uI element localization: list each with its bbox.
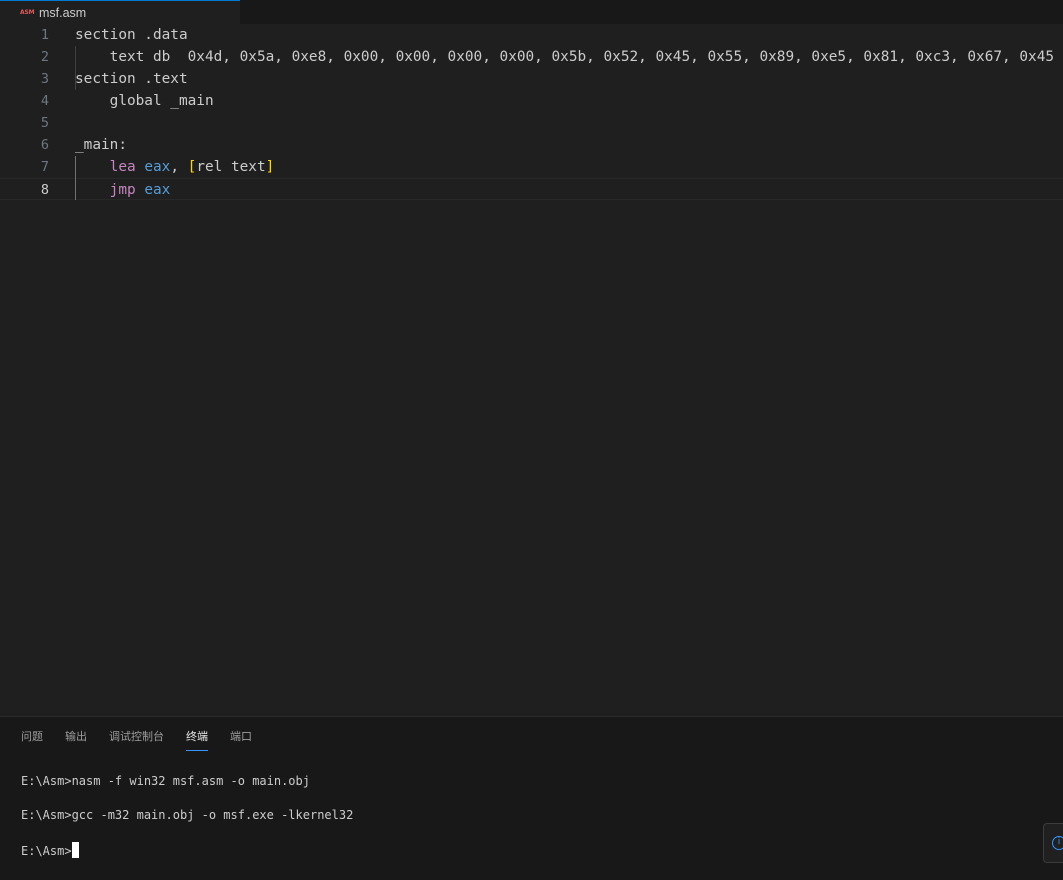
- code-line[interactable]: 7 lea eax, [rel text]: [0, 156, 1063, 178]
- panel-tab[interactable]: 端口: [230, 729, 252, 751]
- code-line[interactable]: 2 text db 0x4d, 0x5a, 0xe8, 0x00, 0x00, …: [0, 46, 1063, 68]
- terminal-prompt[interactable]: E:\Asm>: [21, 842, 79, 858]
- code-token: section .text: [75, 71, 188, 87]
- code-text: global _main: [75, 90, 214, 112]
- code-token: ]: [265, 159, 275, 175]
- line-number: 3: [40, 71, 49, 87]
- code-token: _main:: [75, 137, 127, 153]
- code-line[interactable]: 5: [0, 112, 1063, 134]
- code-token: eax: [144, 182, 171, 198]
- terminal-cursor: [71, 842, 79, 858]
- code-editor[interactable]: 8 jmp eax 7 lea eax, [rel text] 6 _main: 5 4 …: [0, 24, 1063, 716]
- info-icon: i: [1052, 836, 1063, 850]
- panel-tab[interactable]: 终端: [186, 729, 208, 751]
- code-text: jmp eax: [75, 179, 171, 201]
- code-token: text db 0x4d, 0x5a, 0xe8, 0x00, 0x00, 0x…: [75, 49, 1055, 65]
- code-text: section .data: [75, 24, 188, 46]
- line-number: 7: [40, 159, 49, 175]
- terminal-line[interactable]: E:\Asm>gcc -m32 main.obj -o msf.exe -lke…: [21, 808, 353, 822]
- panel-tabs: 问题 输出 调试控制台 终端 端口: [21, 729, 274, 751]
- code-text: section .text: [75, 68, 188, 90]
- code-text: text db 0x4d, 0x5a, 0xe8, 0x00, 0x00, 0x…: [75, 46, 1054, 68]
- code-token: lea: [109, 159, 136, 175]
- notification-button[interactable]: i: [1043, 823, 1063, 863]
- line-number: 6: [40, 137, 49, 153]
- line-number: 8: [40, 182, 49, 198]
- line-number: 1: [40, 27, 49, 43]
- code-token: rel text: [196, 159, 266, 175]
- terminal-prompt-text: E:\Asm>: [21, 844, 72, 858]
- code-text: _main:: [75, 134, 127, 156]
- indent-guide-active: [75, 156, 76, 200]
- line-number: 2: [40, 49, 49, 65]
- line-number: 4: [40, 93, 49, 109]
- code-line[interactable]: 3 section .text: [0, 68, 1063, 90]
- indent-guide: [75, 46, 76, 90]
- bottom-panel: 问题 输出 调试控制台 终端 端口 E:\Asm>nasm -f win32 msf.a…: [0, 716, 1063, 880]
- code-line[interactable]: 8 jmp eax: [0, 178, 1063, 200]
- code-line[interactable]: 6 _main:: [0, 134, 1063, 156]
- editor-tab-bar: ASM msf.asm: [0, 0, 1063, 24]
- tab-msf-asm[interactable]: ASM msf.asm: [0, 0, 240, 24]
- code-line[interactable]: 4 global _main: [0, 90, 1063, 112]
- tab-title: msf.asm: [39, 5, 87, 20]
- panel-tab[interactable]: 输出: [65, 729, 87, 751]
- code-token: jmp: [109, 182, 136, 198]
- panel-tab[interactable]: 问题: [21, 729, 43, 751]
- line-number: 5: [40, 115, 49, 131]
- code-token: ,: [170, 159, 188, 175]
- panel-tab[interactable]: 调试控制台: [109, 729, 164, 751]
- asm-file-icon: ASM: [20, 9, 35, 16]
- code-token: section .data: [75, 27, 188, 43]
- code-line[interactable]: 1 section .data: [0, 24, 1063, 46]
- terminal-line[interactable]: E:\Asm>nasm -f win32 msf.asm -o main.obj: [21, 774, 310, 788]
- code-token: eax: [144, 159, 171, 175]
- code-token: global _main: [75, 93, 214, 109]
- code-text: lea eax, [rel text]: [75, 156, 275, 178]
